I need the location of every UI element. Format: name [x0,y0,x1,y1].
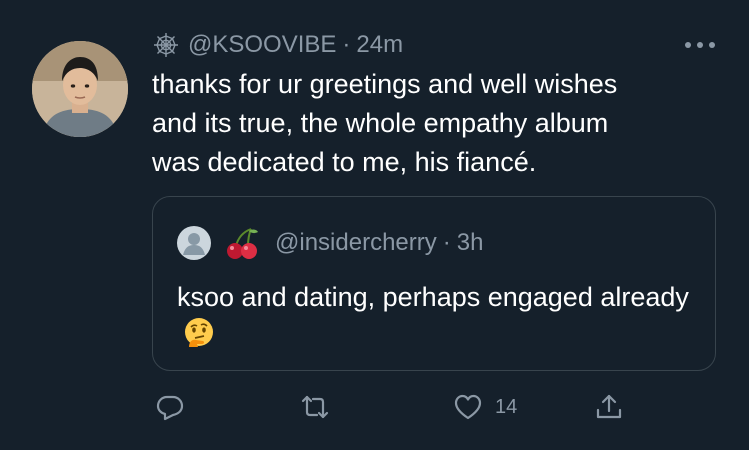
action-bar: 14 [0,388,749,428]
retweet-button[interactable] [300,392,330,422]
spiderweb-icon [154,33,178,57]
avatar[interactable] [32,41,128,137]
avatar-photo [32,41,128,137]
quoted-tweet-header: @insidercherry · 3h [177,225,483,261]
retweet-icon [301,395,329,419]
reply-button[interactable] [155,392,185,422]
default-avatar-icon[interactable] [177,226,211,260]
more-icon[interactable] [683,38,717,52]
tweet-timestamp[interactable]: 24m [356,31,403,59]
cherry-icon [227,228,258,259]
like-count: 14 [495,395,518,418]
tweet-handle[interactable]: @KSOOVIBE [188,31,336,59]
tweet-text: thanks for ur greetings and well wishes … [152,69,618,177]
quoted-tweet[interactable]: @insidercherry · 3h ksoo and dating, per… [152,196,716,371]
quoted-tweet-timestamp[interactable]: 3h [457,229,484,257]
share-button[interactable] [594,392,624,422]
separator-dot: · [342,31,351,58]
quoted-tweet-text: ksoo and dating, perhaps engaged already [177,279,697,351]
like-button[interactable]: 14 [453,392,517,422]
reply-icon [156,395,184,421]
share-icon [596,394,622,419]
tweet-header: @KSOOVIBE · 24m [152,30,403,60]
heart-icon [454,394,482,420]
quoted-tweet-text-content: ksoo and dating, perhaps engaged already [177,282,689,312]
thinking-face-emoji [185,318,213,347]
tweet[interactable]: @KSOOVIBE · 24m thanks for ur greetings … [0,0,749,450]
quoted-tweet-handle[interactable]: @insidercherry [275,229,437,257]
separator-dot: · [442,229,451,256]
